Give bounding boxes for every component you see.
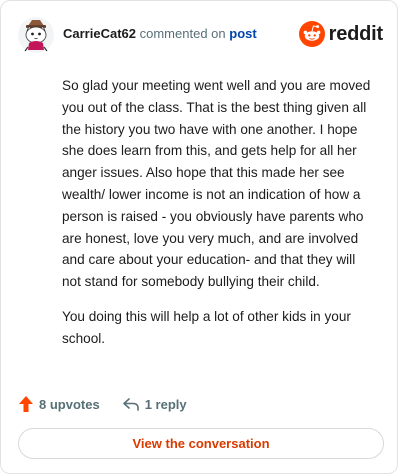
post-link[interactable]: post <box>229 26 256 41</box>
comment-paragraph: So glad your meeting went well and you a… <box>62 78 371 290</box>
reply-icon <box>122 398 139 411</box>
reddit-snoo-icon <box>298 21 325 47</box>
upvote-count: 8 upvotes <box>39 396 100 412</box>
view-conversation-button[interactable]: View the conversation <box>18 428 384 459</box>
reddit-wordmark: reddit <box>328 22 384 45</box>
comment-actions: 8 upvotes 1 reply <box>18 393 187 415</box>
comment-body: So glad your meeting went well and you a… <box>62 75 374 363</box>
comment-paragraph: You doing this will help a lot of other … <box>62 308 351 346</box>
upvote-button[interactable]: 8 upvotes <box>18 395 100 413</box>
embedded-comment-card: CarrieCat62 commented on post reddit So … <box>0 0 398 474</box>
username-link[interactable]: CarrieCat62 <box>63 26 136 41</box>
reply-count: 1 reply <box>144 396 187 412</box>
reddit-logo[interactable]: reddit <box>298 19 384 49</box>
comment-meta: CarrieCat62 commented on post <box>63 26 257 42</box>
reply-button[interactable]: 1 reply <box>122 397 187 412</box>
action-text: commented on <box>139 26 226 41</box>
comment-header: CarrieCat62 commented on post reddit <box>18 15 383 55</box>
avatar[interactable] <box>18 17 54 53</box>
upvote-arrow-icon <box>19 396 33 412</box>
